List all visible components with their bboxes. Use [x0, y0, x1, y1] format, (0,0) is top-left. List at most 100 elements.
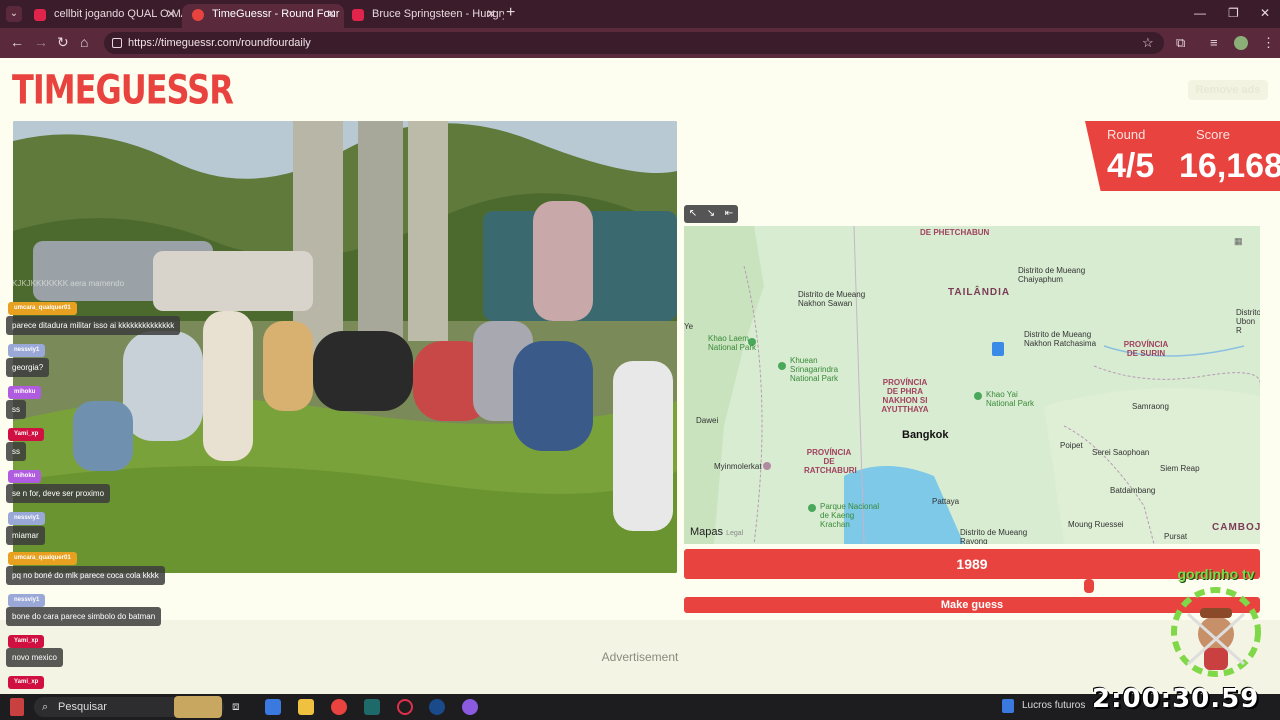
map-label: Distrito de Mueang Rayong — [960, 528, 1028, 544]
advertisement-label: Advertisement — [601, 650, 679, 664]
year-slider-thumb[interactable] — [1084, 579, 1094, 593]
bookmark-star-icon[interactable]: ☆ — [1142, 35, 1154, 51]
channel-logo-text: gordinho tv — [1177, 566, 1255, 582]
map-label: Bangkok — [902, 429, 949, 441]
tab-search-button[interactable]: ⌄ — [6, 6, 22, 22]
close-icon[interactable]: ✕ — [326, 4, 336, 24]
score-panel: Round Score 4/5 16,168 — [1085, 121, 1280, 191]
profile-avatar[interactable] — [1234, 36, 1248, 50]
chat-username: nessviy1 — [8, 512, 46, 525]
extensions-icon[interactable]: ⧉ — [1176, 35, 1185, 51]
map-base — [684, 226, 1260, 544]
chat-message: georgia? — [6, 358, 50, 377]
chat-message: ss — [6, 442, 26, 461]
map-label: PROVÍNCIA DE RATCHABURI — [804, 448, 857, 475]
menu-icon[interactable]: ⋮ — [1262, 35, 1275, 51]
app-icon[interactable] — [364, 699, 380, 715]
map-label: Siem Reap — [1160, 464, 1200, 473]
reload-icon[interactable]: ↻ — [57, 34, 69, 51]
search-label: Pesquisar — [58, 701, 107, 713]
legal-link[interactable]: Legal — [726, 530, 743, 537]
chat-username: nessviy1 — [8, 594, 46, 607]
collapse-icon[interactable]: ⇤ — [725, 205, 733, 223]
tab-cellbit[interactable]: cellbit jogando QUAL O MAIS P ✕ — [24, 4, 184, 28]
map-attribution: Mapas Legal — [690, 526, 744, 538]
url-text: https://timeguessr.com/roundfourdaily — [128, 37, 311, 49]
restore-icon[interactable]: ❐ — [1228, 6, 1239, 20]
shrink-icon[interactable]: ↘ — [707, 205, 715, 223]
chat-message: se n for, deve ser proximo — [6, 484, 111, 503]
map-layers-icon[interactable]: ▦ — [1234, 236, 1243, 247]
close-icon[interactable]: ✕ — [166, 4, 176, 24]
chat-message: bone do cara parece simbolo do batman — [6, 607, 162, 626]
opera-icon[interactable] — [397, 699, 413, 715]
chat-message: novo mexico — [6, 648, 63, 667]
home-icon[interactable]: ⌂ — [80, 34, 88, 50]
map-label: PROVÍNCIA DE PHRA NAKHON SI AYUTTHAYA — [881, 378, 929, 414]
youtube-icon — [34, 9, 46, 21]
map-label: Pursat — [1164, 532, 1188, 541]
store-icon[interactable] — [265, 699, 281, 715]
map-resize-controls[interactable]: ↖ ↘ ⇤ — [684, 205, 738, 223]
map-label: Serei Saophoan — [1092, 448, 1150, 457]
search-icon: ⌕ — [42, 701, 49, 713]
tab-title: TimeGuessr - Round Four — [212, 8, 340, 20]
tab-timeguessr[interactable]: TimeGuessr - Round Four ✕ — [182, 4, 344, 28]
close-icon[interactable]: ✕ — [486, 4, 496, 24]
round-value: 4/5 — [1107, 147, 1155, 185]
file-explorer-icon[interactable] — [298, 699, 314, 715]
url-field[interactable]: https://timeguessr.com/roundfourdaily — [104, 32, 1164, 54]
new-tab-button[interactable]: + — [506, 4, 515, 22]
map-label: DE PHETCHABUN — [920, 228, 990, 237]
round-photo — [13, 121, 677, 573]
site-info-icon[interactable] — [112, 38, 122, 48]
map-label: Distrito de Mueang Nakhon Sawan — [798, 290, 866, 308]
youtube-icon — [352, 9, 364, 21]
map-label: Batdambang — [1110, 486, 1156, 495]
map-label: Parque Nacional de Kaeng Krachan — [820, 502, 880, 529]
map-label: CAMBOJ — [1212, 522, 1260, 533]
back-icon[interactable]: ← — [10, 34, 24, 50]
map-label: Ye — [684, 322, 694, 331]
map-label: Myinmolerkat — [714, 462, 762, 471]
map-label: Khuean Srinagarindra National Park — [790, 356, 839, 383]
close-window-icon[interactable]: ✕ — [1260, 6, 1270, 20]
search-highlight-image[interactable] — [174, 696, 222, 718]
round-label: Round — [1107, 127, 1146, 142]
chat-username: Yami_xp — [8, 635, 45, 648]
task-view-icon[interactable]: ⧈ — [232, 699, 248, 715]
timeguessr-logo[interactable]: TIMEGUESSR — [12, 66, 234, 114]
tab-title: cellbit jogando QUAL O MAIS P — [54, 8, 184, 20]
map-label: Khao Laem National Park — [708, 334, 757, 352]
news-widget-text[interactable]: Lucros futuros — [1022, 700, 1085, 711]
chat-username: Yami_xp — [8, 428, 45, 441]
map-label: Poipet — [1060, 441, 1083, 450]
timeguessr-icon — [192, 9, 204, 21]
chrome-icon[interactable] — [331, 699, 347, 715]
guess-map[interactable]: DE PHETCHABUN Distrito de Mueang Chaiyap… — [684, 226, 1260, 544]
map-label: TAILÂNDIA — [948, 287, 1011, 298]
score-value: 16,168 — [1179, 147, 1280, 185]
steam-icon[interactable] — [429, 699, 445, 715]
chat-username: Yami_xp — [8, 676, 45, 689]
start-thumbnail[interactable] — [10, 698, 24, 716]
expand-icon[interactable]: ↖ — [689, 205, 697, 223]
address-bar-row: ← → ↻ ⌂ https://timeguessr.com/roundfour… — [0, 28, 1280, 58]
minimize-icon[interactable]: — — [1194, 6, 1206, 20]
media-icon[interactable]: ≡ — [1210, 35, 1218, 50]
map-label: Dawei — [696, 416, 719, 425]
photo-image — [13, 121, 677, 573]
remove-ads-button[interactable]: Remove ads — [1188, 80, 1268, 100]
chat-username: mihoku — [8, 470, 42, 483]
obs-icon[interactable] — [462, 699, 478, 715]
map-label: Distrito Ubon R — [1236, 308, 1260, 335]
map-label: Samraong — [1132, 402, 1169, 411]
airport-icon — [992, 342, 1004, 356]
tab-springsteen[interactable]: Bruce Springsteen - Hungry He ✕ — [342, 4, 504, 28]
chat-message: pq no boné do mlk parece coca cola kkkk — [6, 566, 165, 585]
tab-title: Bruce Springsteen - Hungry He — [372, 8, 504, 20]
forward-icon[interactable]: → — [34, 34, 48, 50]
chat-username: umcara_qualquer01 — [8, 552, 77, 565]
news-icon — [1002, 699, 1014, 713]
map-label: PROVÍNCIA DE SURIN — [1123, 340, 1169, 358]
